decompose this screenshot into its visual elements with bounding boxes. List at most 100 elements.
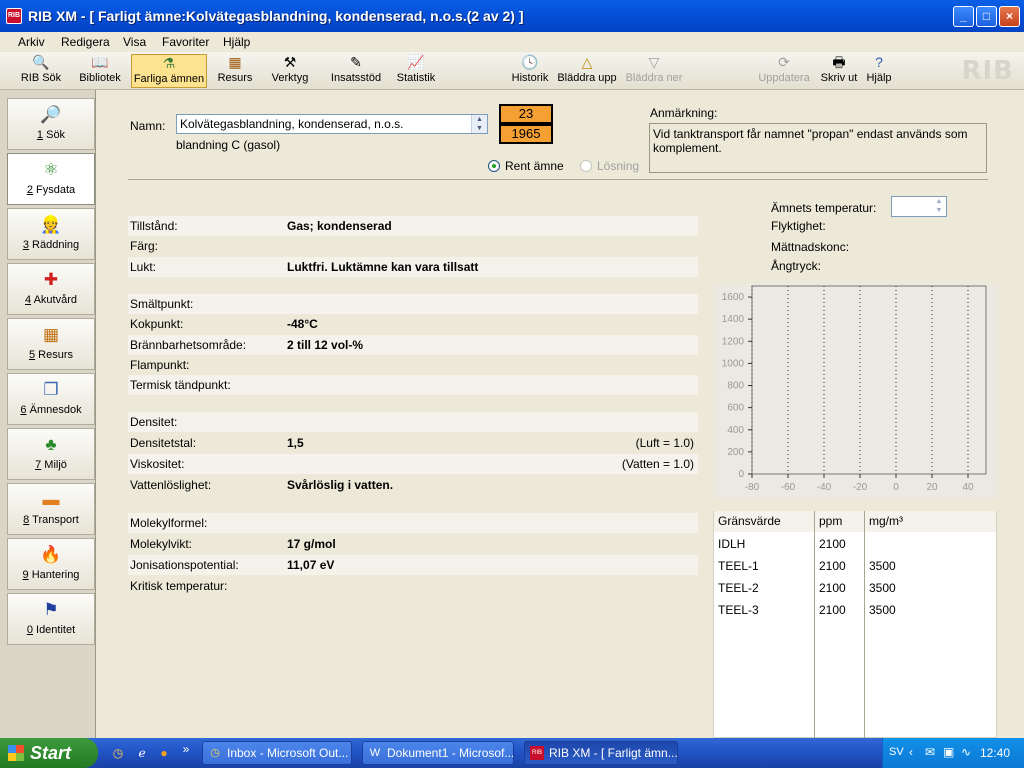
word-icon: W [369,747,381,759]
tool-insatsstod[interactable]: ✎ Insatsstöd [328,54,384,88]
maximize-button[interactable]: □ [976,6,997,27]
prop-kritisk-temp: Kritisk temperatur: [130,579,228,593]
book-icon: 📖 [91,54,109,70]
quicklaunch-more-button[interactable]: » [178,741,194,757]
prop-densitetstal: Densitetstal: 1,5 (Luft = 1.0) [130,436,694,450]
limit-values-table: Gränsvärde ppm mg/m³ IDLH 2100 TEEL-1 21… [713,511,997,738]
table-cell: TEEL-1 [718,559,759,573]
tool-resurs[interactable]: ▦ Resurs [214,54,256,88]
un-number: 1965 [499,124,553,144]
sidebar-item-akutvard[interactable]: ✚ 4 Akutvård [7,263,95,315]
taskbar: Start ◷ ℯ ● » ◷ Inbox - Microsoft Out...… [0,738,1024,768]
temperature-spinner[interactable]: ▲ ▼ [932,197,946,216]
radio-losning [580,160,592,172]
name-label: Namn: [130,119,166,133]
tool-statistik[interactable]: 📈 Statistik [394,54,438,88]
radio-rent-amne[interactable] [488,160,500,172]
rib-app-icon[interactable]: RIB [6,8,22,24]
vapor-pressure-chart: -80 -60 -40 -20 0 20 40 0 200 400 600 800 1000 1200 14… [714,284,998,498]
documents-icon: ❐ [43,380,59,399]
quicklaunch-ie-icon[interactable]: ℯ [134,745,150,761]
sidebar-item-identitet[interactable]: ⚑ 0 Identitet [7,593,95,645]
tool-bladdra-upp[interactable]: △ Bläddra upp [556,54,618,88]
taskbar-item-rib[interactable]: RIB RIB XM - [ Farligt ämn... [524,741,678,765]
window-title: RIB XM - [ Farligt ämne:Kolvätegasblandn… [28,8,524,24]
name-combobox[interactable]: Kolvätegasblandning, kondenserad, n.o.s.… [176,114,488,134]
tool-verktyg[interactable]: ⚒ Verktyg [268,54,312,88]
tray-mail-icon[interactable]: ✉ [925,745,935,759]
tool-bladdra-ner: ▽ Bläddra ner [625,54,683,84]
close-button[interactable]: × [999,6,1020,27]
tools-icon: ⚒ [283,54,297,70]
quicklaunch-outlook-icon[interactable]: ◷ [110,745,126,761]
sidebar-item-raddning[interactable]: 👷 3 Räddning [7,208,95,260]
start-button[interactable]: Start [0,738,98,768]
title-bar[interactable]: RIB RIB XM - [ Farligt ämne:Kolvätegasbl… [0,0,1024,32]
x-tick-label: 0 [893,482,899,493]
clock-icon: 🕓 [521,54,539,70]
taskbar-item-outlook[interactable]: ◷ Inbox - Microsoft Out... [202,741,352,765]
chart-icon: 📈 [407,54,425,70]
tool-skriv-ut[interactable]: 🖶 Skriv ut [818,54,860,88]
col-header-gransvarde: Gränsvärde [718,514,781,528]
table-cell: 2100 [819,603,846,617]
prop-molekylvikt: Molekylvikt: 17 g/mol [130,537,336,551]
tray-expand-icon[interactable]: ‹ [909,745,913,759]
sidebar-item-miljo[interactable]: ♣ 7 Miljö [7,428,95,480]
triangle-down-icon: ▽ [648,54,660,70]
menu-favoriter[interactable]: Favoriter [162,35,209,49]
tool-rib-sok[interactable]: 🔍 RIB Sök [18,54,64,88]
minimize-button[interactable]: _ [953,6,974,27]
language-indicator[interactable]: SV [889,746,904,758]
fire-sign-icon: 🔥 [40,545,62,564]
sidebar-item-hantering[interactable]: 🔥 9 Hantering [7,538,95,590]
name-spinner[interactable]: ▲ ▼ [471,115,487,133]
menu-redigera[interactable]: Redigera [61,35,110,49]
menu-hjalp[interactable]: Hjälp [223,35,250,49]
tool-farliga-amnen[interactable]: ⚗ Farliga ämnen [131,54,207,88]
table-cell: 2100 [819,537,846,551]
x-tick-label: -80 [745,482,760,493]
clock: 12:40 [979,746,1010,760]
table-cell: 3500 [869,559,896,573]
taskbar-item-word[interactable]: W Dokument1 - Microsof... [362,741,514,765]
sidebar-item-fysdata[interactable]: ⚛ 2 Fysdata [7,153,95,205]
tray-activity-icon[interactable]: ∿ [961,745,971,759]
temperature-input[interactable]: ▲ ▼ [891,196,947,217]
outlook-icon: ◷ [210,747,220,759]
radio-losning-label: Lösning [597,159,640,173]
rib-logo: RIB [961,56,1014,86]
x-tick-label: 40 [962,482,974,493]
quicklaunch-media-icon[interactable]: ● [156,745,172,761]
table-cell: IDLH [718,537,746,551]
col-header-ppm: ppm [819,514,843,528]
y-tick-label: 800 [727,381,744,392]
saturation-label: Mättnadskonc: [771,240,850,254]
magnifier-icon: 🔎 [40,105,62,124]
y-tick-label: 0 [738,469,744,480]
remark-label: Anmärkning: [650,106,718,120]
tool-hjalp[interactable]: ? Hjälp [864,54,894,88]
table-cell: 3500 [869,581,896,595]
prop-vattenloslighet: Vattenlöslighet: Svårlöslig i vatten. [130,478,394,492]
prop-smaltpunkt: Smältpunkt: [128,294,698,314]
prop-tillstand: Tillstånd: Gas; kondenserad [128,216,698,236]
sidebar-item-sok[interactable]: 🔎 1 Sök [7,98,95,150]
refresh-icon: ⟳ [778,54,790,70]
table-cell: 3500 [869,603,896,617]
menu-arkiv[interactable]: Arkiv [18,35,45,49]
tool-uppdatera: ⟳ Uppdatera [758,54,810,84]
prop-flampunkt: Flampunkt: [130,358,190,372]
header-divider [128,179,988,180]
hazard-plate-icon: ▬ [42,490,60,509]
tool-historik[interactable]: 🕓 Historik [509,54,551,88]
y-tick-label: 1000 [722,358,745,369]
tool-bibliotek[interactable]: 📖 Bibliotek [76,54,124,88]
sidebar-item-amnesdok[interactable]: ❐ 6 Ämnesdok [7,373,95,425]
menu-bar: Arkiv Redigera Visa Favoriter Hjälp [0,32,1024,52]
sidebar-item-transport[interactable]: ▬ 8 Transport [7,483,95,535]
menu-visa[interactable]: Visa [123,35,146,49]
tray-network-icon[interactable]: ▣ [943,745,954,759]
sidebar-item-resurs[interactable]: ▦ 5 Resurs [7,318,95,370]
col-divider [814,511,815,738]
